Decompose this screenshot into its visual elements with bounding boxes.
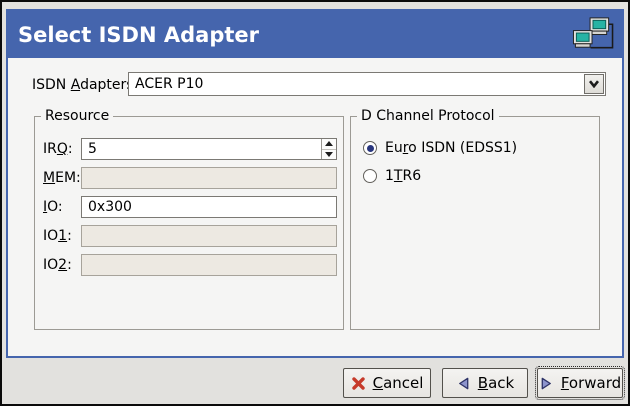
io-input[interactable]	[82, 197, 336, 217]
io1-field	[81, 225, 337, 247]
mem-label: MEM:	[43, 170, 81, 186]
radio-1tr6-label: 1TR6	[385, 168, 421, 184]
io-label: IO:	[43, 199, 63, 215]
forward-arrow-icon	[539, 376, 554, 391]
title-banner: Select ISDN Adapter	[8, 11, 622, 58]
isdn-adapters-value: ACER P10	[129, 73, 583, 95]
mem-field	[81, 167, 337, 189]
mem-input	[82, 168, 336, 188]
radio-euro-isdn[interactable]: Euro ISDN (EDSS1)	[363, 140, 517, 156]
cancel-button[interactable]: Cancel	[343, 368, 431, 398]
dchannel-legend: D Channel Protocol	[357, 108, 499, 124]
isdn-adapters-combobox[interactable]: ACER P10	[128, 72, 606, 96]
forward-button[interactable]: Forward	[537, 368, 623, 398]
form-area: ISDN Adapters: ACER P10 Resource IRQ:	[8, 58, 622, 356]
irq-spinbox	[81, 138, 337, 160]
cancel-button-label: Cancel	[373, 374, 424, 392]
page-title: Select ISDN Adapter	[18, 23, 259, 47]
radio-1tr6[interactable]: 1TR6	[363, 168, 421, 184]
radio-euro-isdn-label: Euro ISDN (EDSS1)	[385, 140, 517, 156]
spin-down-button[interactable]	[322, 150, 336, 160]
back-button[interactable]: Back	[442, 368, 528, 398]
irq-spin-buttons	[321, 139, 336, 159]
irq-input[interactable]	[82, 139, 321, 159]
back-button-label: Back	[478, 374, 514, 392]
dchannel-group: D Channel Protocol Euro ISDN (EDSS1) 1TR…	[350, 108, 600, 330]
radio-button-icon	[363, 141, 377, 155]
resource-group: Resource IRQ:	[34, 108, 344, 330]
wizard-panel: Select ISDN Adapter ISDN Adapters: ACER …	[6, 9, 624, 358]
back-arrow-icon	[456, 376, 471, 391]
spin-up-button[interactable]	[322, 139, 336, 150]
radio-button-icon	[363, 169, 377, 183]
io2-row: IO2:	[35, 254, 343, 276]
io-row: IO:	[35, 196, 343, 218]
io1-label: IO1:	[43, 228, 72, 244]
dialog-select-isdn-adapter: Select ISDN Adapter ISDN Adapters: ACER …	[0, 0, 630, 406]
irq-label: IRQ:	[43, 141, 73, 157]
io1-row: IO1:	[35, 225, 343, 247]
isdn-adapters-label: ISDN Adapters:	[32, 77, 138, 93]
chevron-down-icon	[588, 80, 600, 88]
io2-label: IO2:	[43, 257, 72, 273]
dropdown-arrow-button[interactable]	[584, 74, 604, 94]
network-computers-icon	[572, 16, 614, 54]
io1-input	[82, 226, 336, 246]
resource-legend: Resource	[41, 108, 113, 124]
irq-row: IRQ:	[35, 138, 343, 160]
io2-input	[82, 255, 336, 275]
forward-button-label: Forward	[561, 374, 621, 392]
mem-row: MEM:	[35, 167, 343, 189]
io-field	[81, 196, 337, 218]
cancel-x-icon	[351, 376, 366, 391]
io2-field	[81, 254, 337, 276]
spin-down-icon	[325, 152, 333, 157]
spin-up-icon	[325, 141, 333, 146]
